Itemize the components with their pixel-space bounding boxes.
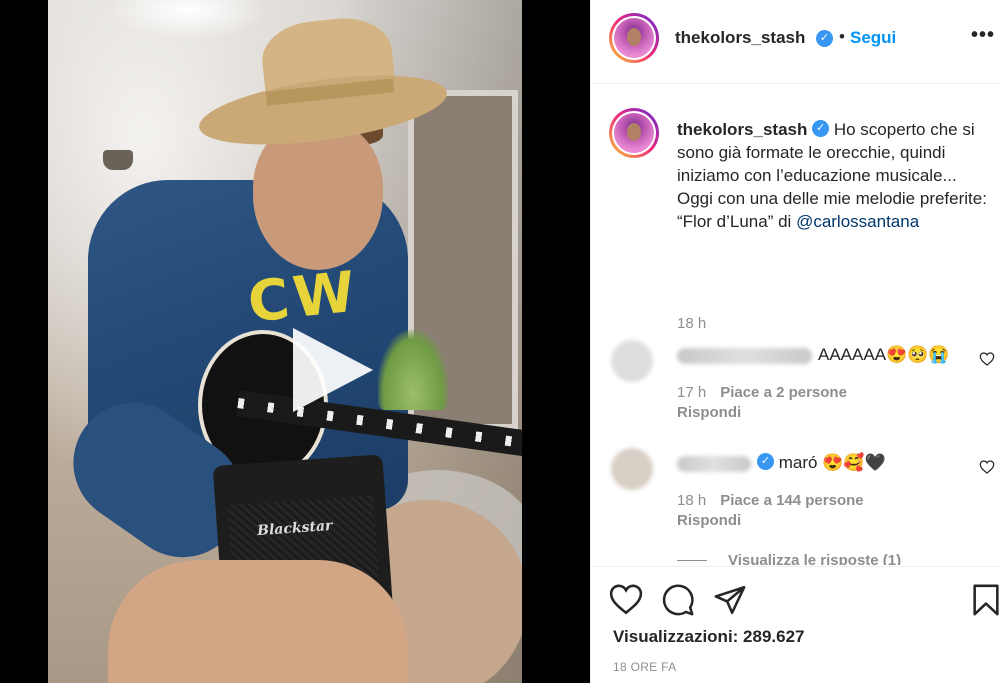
like-comment-heart-icon[interactable] bbox=[979, 352, 995, 366]
post-actions-bar: Visualizzazioni: 289.627 18 ORE FA bbox=[591, 566, 1000, 683]
more-options-icon[interactable]: ••• bbox=[971, 24, 995, 47]
comment-time[interactable]: 17 h bbox=[677, 384, 706, 401]
caption-text: thekolors_stash ✓ Ho scoperto che si son… bbox=[677, 118, 987, 233]
share-send-icon[interactable] bbox=[713, 583, 747, 617]
views-count: Visualizzazioni: 289.627 bbox=[613, 627, 805, 646]
caption-username[interactable]: thekolors_stash bbox=[677, 120, 807, 139]
reply-button[interactable]: Rispondi bbox=[677, 404, 741, 421]
video-player[interactable]: CW Blackstar bbox=[48, 0, 522, 683]
follow-button[interactable]: Segui bbox=[850, 28, 896, 48]
plant bbox=[378, 330, 448, 410]
mention-link[interactable]: @carlossantana bbox=[796, 212, 919, 231]
post-time-ago[interactable]: 18 ORE FA bbox=[613, 660, 676, 674]
shirt-print: CW bbox=[244, 259, 362, 336]
comment-meta: 17 h Piace a 2 persone bbox=[677, 384, 847, 401]
wall-lamp bbox=[103, 150, 133, 170]
caption-avatar[interactable] bbox=[609, 108, 659, 158]
post-sidebar: thekolors_stash ✓ • Segui ••• thekolors_… bbox=[590, 0, 1000, 683]
comment-avatar[interactable] bbox=[611, 448, 653, 490]
like-comment-heart-icon[interactable] bbox=[979, 460, 995, 474]
reply-button[interactable]: Rispondi bbox=[677, 512, 741, 529]
caption-timestamp[interactable]: 18 h bbox=[677, 315, 706, 332]
comment-likes[interactable]: Piace a 144 persone bbox=[720, 492, 863, 509]
verified-badge-icon: ✓ bbox=[812, 120, 830, 138]
blurred-username[interactable] bbox=[677, 347, 812, 364]
avatar[interactable] bbox=[609, 13, 659, 63]
comment-meta: 18 h Piace a 144 persone bbox=[677, 492, 864, 509]
play-icon[interactable] bbox=[293, 328, 373, 412]
hand bbox=[108, 560, 408, 683]
comment-text: ✓ maró 😍🥰🖤 bbox=[677, 453, 967, 473]
comment-time[interactable]: 18 h bbox=[677, 492, 706, 509]
comment-text: AAAAAA😍🥺😭 bbox=[677, 345, 967, 365]
blurred-username[interactable] bbox=[677, 455, 751, 472]
comment-body: maró 😍🥰🖤 bbox=[778, 453, 886, 472]
header-username[interactable]: thekolors_stash bbox=[675, 28, 805, 48]
comment-avatar[interactable] bbox=[611, 340, 653, 382]
like-heart-icon[interactable] bbox=[609, 583, 643, 617]
verified-badge-icon: ✓ bbox=[816, 30, 833, 47]
verified-badge-icon: ✓ bbox=[757, 453, 774, 471]
post-media: CW Blackstar bbox=[0, 0, 590, 683]
separator-dot: • bbox=[839, 27, 845, 46]
comment-body: AAAAAA😍🥺😭 bbox=[818, 345, 950, 364]
view-replies-line bbox=[677, 560, 707, 561]
save-bookmark-icon[interactable] bbox=[969, 583, 1000, 617]
comment-bubble-icon[interactable] bbox=[661, 583, 695, 617]
view-replies-button[interactable]: Visualizza le risposte (1) bbox=[728, 552, 901, 565]
post-header: thekolors_stash ✓ • Segui ••• bbox=[591, 0, 1000, 84]
comments-scroll-area[interactable]: thekolors_stash ✓ Ho scoperto che si son… bbox=[591, 85, 1000, 565]
comment-likes[interactable]: Piace a 2 persone bbox=[720, 384, 847, 401]
